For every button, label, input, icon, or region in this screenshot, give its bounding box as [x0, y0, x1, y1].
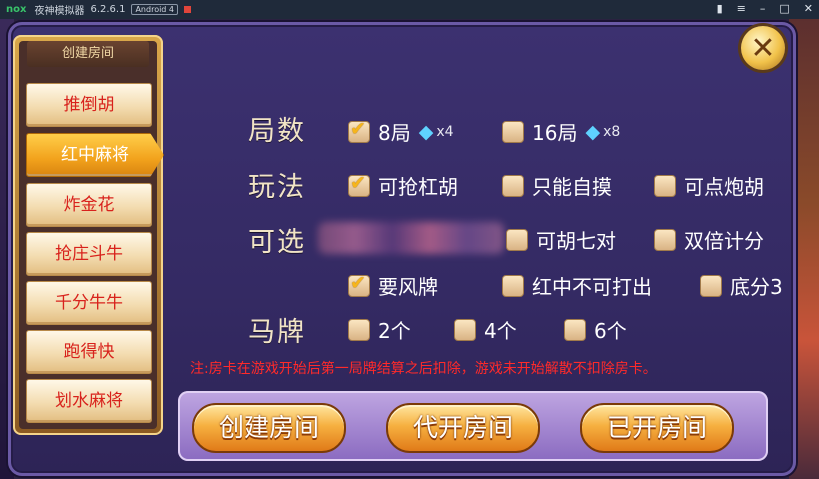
close-dialog-button[interactable]: ✕ — [741, 26, 785, 70]
maximize-icon[interactable]: □ — [779, 2, 789, 15]
emulator-version: 6.2.6.1 — [90, 4, 126, 15]
record-icon[interactable] — [184, 6, 192, 13]
play-label: 玩法 — [248, 172, 306, 203]
horse-option-6[interactable]: 6个 — [564, 315, 627, 344]
tab-qiangzhuang-douniu[interactable]: 抢庄斗牛 — [26, 232, 152, 276]
checkbox[interactable] — [564, 318, 586, 341]
horse-label: 马牌 — [248, 317, 306, 348]
opened-rooms-button[interactable]: 已开房间 — [580, 403, 734, 453]
close-window-icon[interactable]: ✕ — [804, 2, 813, 15]
android-badge: Android 4 — [131, 4, 179, 15]
rounds-option-8[interactable]: 8局 ◆ x4 — [348, 117, 454, 146]
checkbox[interactable] — [502, 120, 524, 143]
optional-option-fengpai[interactable]: 要风牌 — [348, 271, 438, 300]
tab-paodekuai[interactable]: 跑得快 — [26, 330, 152, 374]
horse-option-2[interactable]: 2个 — [348, 315, 411, 344]
option-text: 底分3 — [730, 275, 783, 299]
cost-text: x4 — [436, 123, 454, 140]
checkbox[interactable] — [454, 318, 476, 341]
horse-option-4[interactable]: 4个 — [454, 315, 517, 344]
play-option-dianpao[interactable]: 可点炮胡 — [654, 171, 764, 200]
tab-qianfen-niuniu[interactable]: 千分牛牛 — [26, 281, 152, 325]
rounds-option-16[interactable]: 16局 ◆ x8 — [502, 117, 620, 146]
play-option-zimo[interactable]: 只能自摸 — [502, 171, 612, 200]
optional-option-qidui[interactable]: 可胡七对 — [506, 225, 616, 254]
option-text: 可点炮胡 — [684, 175, 764, 199]
diamond-icon: ◆ — [585, 120, 601, 143]
option-text: 8局 — [378, 121, 411, 145]
optional-option-base3[interactable]: 底分3 — [700, 271, 783, 300]
emulator-title-bar: nox 夜神模拟器 6.2.6.1 Android 4 ▮ ≡ – □ ✕ — [0, 0, 819, 19]
option-text: 6个 — [594, 319, 627, 343]
notification-icon[interactable]: ▮ — [717, 2, 723, 15]
option-text: 只能自摸 — [532, 175, 612, 199]
checkbox[interactable] — [700, 274, 722, 297]
checkbox[interactable] — [654, 174, 676, 197]
checkbox[interactable] — [506, 228, 528, 251]
proxy-open-room-button[interactable]: 代开房间 — [386, 403, 540, 453]
checkbox[interactable] — [502, 274, 524, 297]
checkbox[interactable] — [348, 318, 370, 341]
emulator-title: 夜神模拟器 — [34, 6, 85, 17]
checkbox[interactable] — [654, 228, 676, 251]
create-room-button[interactable]: 创建房间 — [192, 403, 346, 453]
checkbox[interactable] — [348, 118, 370, 143]
optional-option-hongzhong-no-discard[interactable]: 红中不可打出 — [502, 271, 652, 300]
option-text: 4个 — [484, 319, 517, 343]
window-controls: ▮ ≡ – □ ✕ — [717, 2, 813, 15]
minimize-icon[interactable]: – — [760, 2, 766, 15]
optional-option-double[interactable]: 双倍计分 — [654, 225, 764, 254]
tabs-header: 创建房间 — [27, 41, 149, 67]
checkbox[interactable] — [348, 172, 370, 197]
rounds-label: 局数 — [248, 116, 306, 147]
cost-text: x8 — [603, 123, 621, 140]
close-icon: ✕ — [750, 30, 776, 66]
tab-zhajinhua[interactable]: 炸金花 — [26, 183, 152, 227]
option-text: 可胡七对 — [536, 229, 616, 253]
tab-tuidaohu[interactable]: 推倒胡 — [26, 83, 152, 127]
tab-hongzhong-mahjong[interactable]: 红中麻将 — [26, 133, 164, 177]
play-option-qiangganghu[interactable]: 可抢杠胡 — [348, 171, 458, 200]
option-text: 可抢杠胡 — [378, 175, 458, 199]
option-text: 要风牌 — [378, 275, 438, 299]
option-text: 16局 — [532, 121, 578, 145]
room-card-note: 注:房卡在游戏开始后第一局牌结算之后扣除，游戏未开始解散不扣除房卡。 — [190, 361, 657, 377]
option-text: 红中不可打出 — [532, 275, 652, 299]
option-text: 2个 — [378, 319, 411, 343]
blurred-region — [318, 222, 504, 254]
game-tabs: 创建房间 推倒胡 红中麻将 炸金花 抢庄斗牛 千分牛牛 跑得快 划水麻将 — [13, 35, 164, 435]
emulator-logo: nox — [6, 4, 27, 15]
option-text: 双倍计分 — [684, 229, 764, 253]
optional-label: 可选 — [248, 227, 306, 258]
diamond-icon: ◆ — [418, 120, 434, 143]
checkbox[interactable] — [348, 272, 370, 297]
menu-icon[interactable]: ≡ — [737, 2, 746, 15]
checkbox[interactable] — [502, 174, 524, 197]
tab-huashui-mahjong[interactable]: 划水麻将 — [26, 379, 152, 423]
